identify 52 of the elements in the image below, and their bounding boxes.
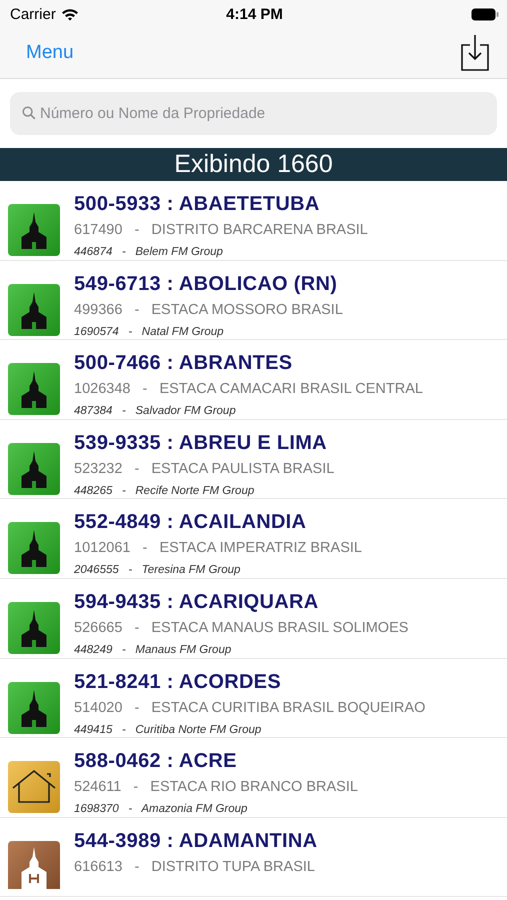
chapel-icon xyxy=(8,602,60,654)
chapel-icon xyxy=(8,284,60,336)
property-title: 521-8241 : ACORDES xyxy=(74,670,282,694)
property-row[interactable]: 594-9435 : ACARIQUARA 526665 - ESTACA MANAUS BRASIL SOLIMOES 448249 - Manaus FM Group xyxy=(0,578,507,659)
property-title: 549-6713 : ABOLICAO (RN) xyxy=(74,272,338,296)
search-icon xyxy=(22,106,36,120)
search-field[interactable]: Número ou Nome da Propriedade xyxy=(10,92,497,135)
group-line: 446874 - Belem FM Group xyxy=(74,246,223,258)
chapel-icon xyxy=(8,682,60,734)
battery-icon xyxy=(470,8,499,20)
group-line: 2046555 - Teresina FM Group xyxy=(74,564,240,576)
property-row[interactable]: 539-9335 : ABREU E LIMA 523232 - ESTACA PAULISTA BRASIL 448265 - Recife Norte FM Group xyxy=(0,420,507,500)
chapel-icon xyxy=(8,363,60,416)
clock-time: 4:14 PM xyxy=(226,6,283,22)
chapel-icon xyxy=(8,522,60,574)
property-row[interactable]: 521-8241 : ACORDES 514020 - ESTACA CURITIBA BRASIL BOQUEIRAO 449415 - Curitiba Norte FM Group xyxy=(0,658,507,738)
property-title: 544-3989 : ADAMANTINA xyxy=(74,830,318,853)
property-row[interactable]: 500-7466 : ABRANTES 1026348 - ESTACA CAMACARI BRASIL CENTRAL 487384 - Salvador FM Group xyxy=(0,340,507,420)
property-title: 552-4849 : ACAILANDIA xyxy=(74,511,308,534)
group-line: 448265 - Recife Norte FM Group xyxy=(74,484,254,497)
unit-line: 499366 - ESTACA MOSSORO BRASIL xyxy=(74,302,343,318)
property-title: 588-0462 : ACRE xyxy=(74,750,238,774)
wifi-icon xyxy=(60,8,79,20)
unit-line: 523232 - ESTACA PAULISTA BRASIL xyxy=(74,460,334,477)
unit-line: 1012061 - ESTACA IMPERATRIZ BRASIL xyxy=(74,540,362,556)
property-row[interactable]: 588-0462 : ACRE 524611 - ESTACA RIO BRANCO BRASIL 1698370 - Amazonia FM Group xyxy=(0,738,507,818)
property-row[interactable]: 549-6713 : ABOLICAO (RN) 499366 - ESTACA MOSSORO BRASIL 1690574 - Natal FM Group xyxy=(0,260,507,340)
group-line: 448249 - Manaus FM Group xyxy=(74,644,232,656)
temple-icon xyxy=(8,840,60,889)
group-line: 1698370 - Amazonia FM Group xyxy=(74,803,248,816)
carrier-label: Carrier xyxy=(10,6,56,22)
group-line: 1690574 - Natal FM Group xyxy=(74,326,224,338)
property-row[interactable]: 500-5933 : ABAETETUBA 617490 - DISTRITO BARCARENA BRASIL 446874 - Belem FM Group xyxy=(0,181,507,261)
unit-line: 526665 - ESTACA MANAUS BRASIL SOLIMOES xyxy=(74,620,408,636)
property-title: 500-7466 : ABRANTES xyxy=(74,352,294,376)
chapel-icon xyxy=(8,442,60,495)
property-title: 594-9435 : ACARIQUARA xyxy=(74,590,320,614)
group-line: 487384 - Salvador FM Group xyxy=(74,405,236,418)
download-icon[interactable] xyxy=(461,34,489,72)
group-line: 449415 - Curitiba Norte FM Group xyxy=(74,724,262,736)
property-title: 500-5933 : ABAETETUBA xyxy=(74,193,321,216)
result-count-header: Exibindo 1660 xyxy=(0,148,507,181)
unit-line: 1026348 - ESTACA CAMACARI BRASIL CENTRAL xyxy=(74,381,423,398)
unit-line: 514020 - ESTACA CURITIBA BRASIL BOQUEIRAO xyxy=(74,700,426,716)
house-icon xyxy=(8,761,60,814)
unit-line: 524611 - ESTACA RIO BRANCO BRASIL xyxy=(74,779,358,796)
unit-line: 617490 - DISTRITO BARCARENA BRASIL xyxy=(74,222,368,238)
unit-line: 616613 - DISTRITO TUPA BRASIL xyxy=(74,858,315,875)
property-row[interactable]: 544-3989 : ADAMANTINA 616613 - DISTRITO TUPA BRASIL xyxy=(0,818,507,898)
chapel-icon xyxy=(8,204,60,256)
property-title: 539-9335 : ABREU E LIMA xyxy=(74,432,328,455)
property-row[interactable]: 552-4849 : ACAILANDIA 1012061 - ESTACA IMPERATRIZ BRASIL 2046555 - Teresina FM Group xyxy=(0,499,507,579)
